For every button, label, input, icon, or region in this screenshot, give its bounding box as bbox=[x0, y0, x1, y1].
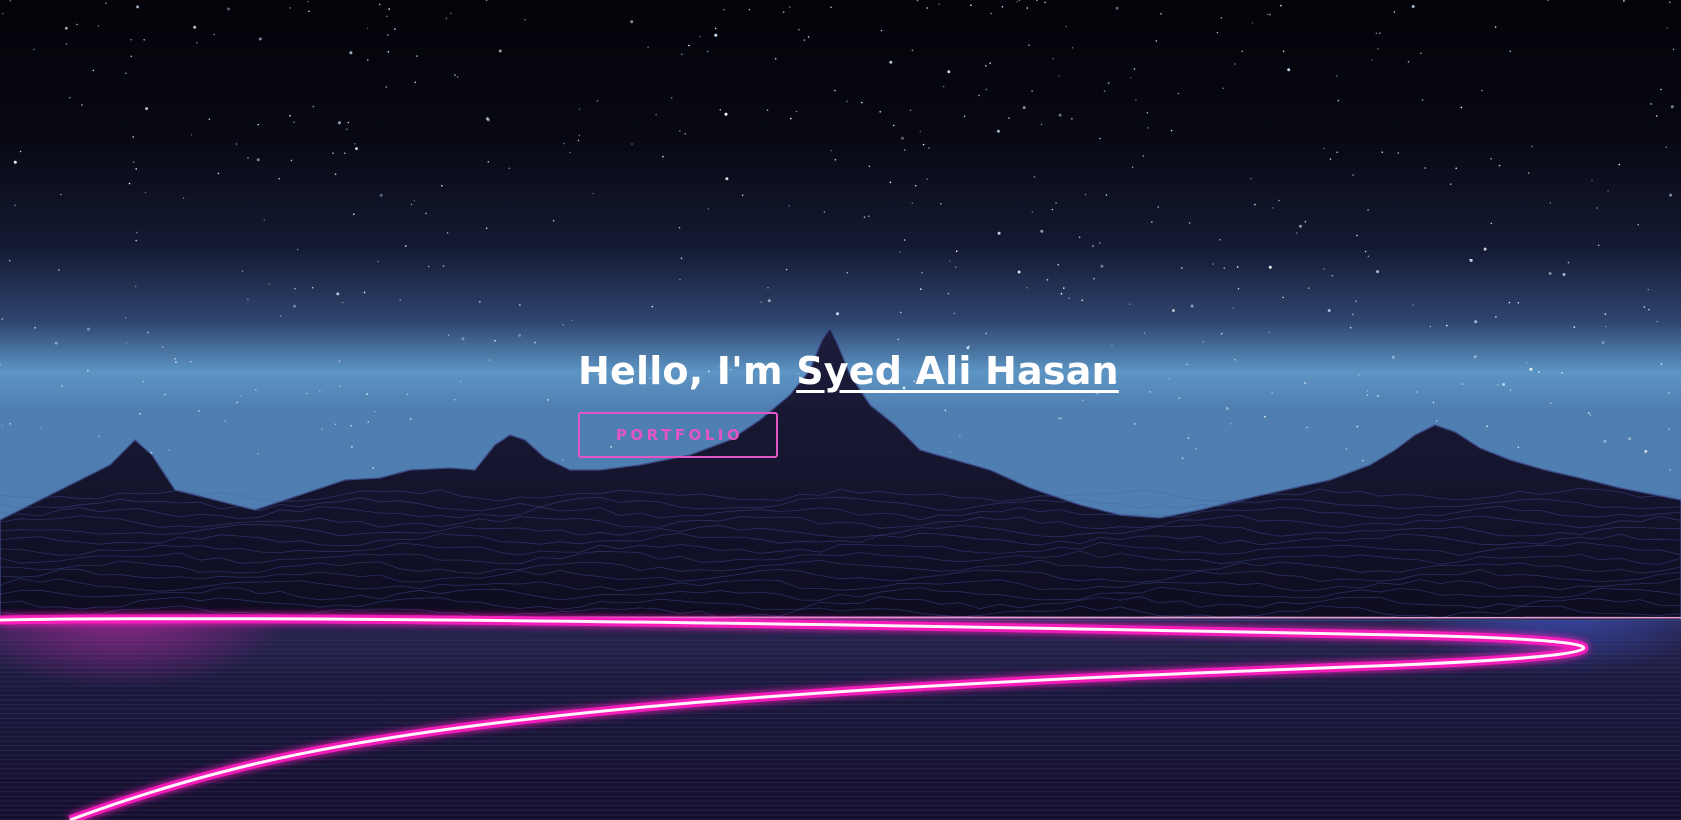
greeting-text: Hello, I'm bbox=[578, 349, 783, 393]
portfolio-button[interactable]: PORTFOLIO bbox=[578, 412, 778, 458]
hero-content: Hello, I'm Syed Ali Hasan PORTFOLIO bbox=[578, 347, 1119, 458]
hero-section: Hello, I'm Syed Ali Hasan PORTFOLIO bbox=[0, 0, 1681, 820]
hero-heading: Hello, I'm Syed Ali Hasan bbox=[578, 347, 1119, 395]
name-link[interactable]: Syed Ali Hasan bbox=[796, 349, 1119, 393]
